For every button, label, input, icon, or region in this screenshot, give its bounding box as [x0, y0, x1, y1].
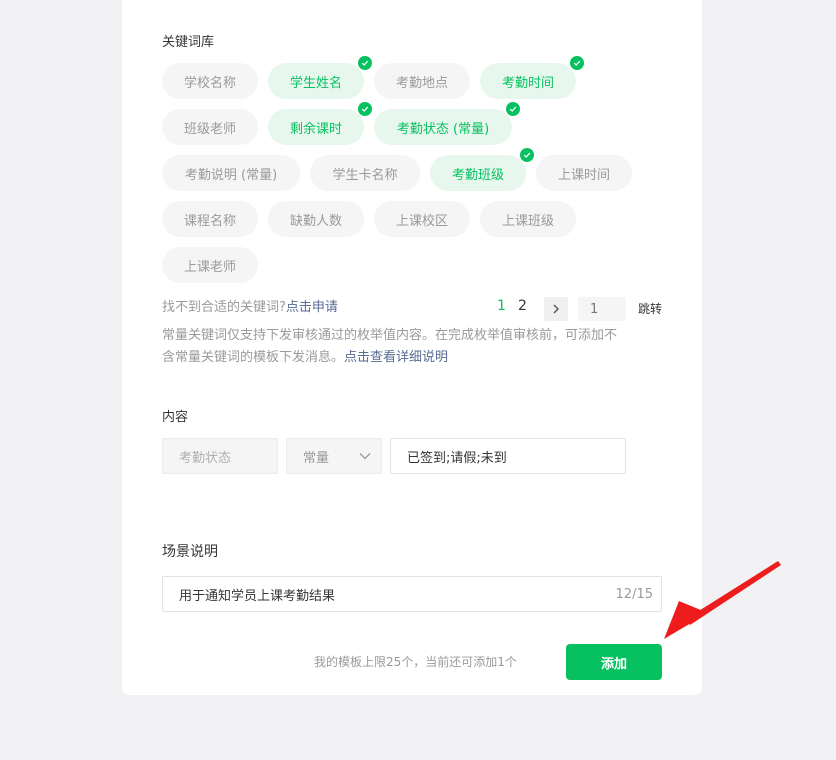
- keyword-chip-label: 考勤状态 (常量): [396, 121, 490, 137]
- keyword-chip[interactable]: 考勤状态 (常量): [374, 102, 520, 145]
- check-icon: [358, 102, 372, 116]
- keyword-chip-label: 学校名称: [183, 75, 236, 91]
- check-icon: [570, 56, 584, 70]
- keyword-chip-label: 考勤说明 (常量): [184, 167, 278, 183]
- keyword-chip[interactable]: 剩余课时: [268, 102, 372, 145]
- page-1-button[interactable]: 1: [497, 298, 506, 314]
- content-type-value: 常量: [303, 450, 330, 466]
- keyword-chip-label: 上课老师: [183, 259, 236, 275]
- red-arrow-annotation: [664, 561, 781, 639]
- keyword-chip[interactable]: 考勤说明 (常量): [162, 155, 300, 191]
- enum-values-input[interactable]: 已签到;请假;未到: [390, 438, 626, 474]
- keyword-chip[interactable]: 上课校区: [374, 201, 470, 237]
- keyword-chip[interactable]: 上课老师: [162, 247, 258, 283]
- page-2-button[interactable]: 2: [518, 298, 527, 314]
- check-icon: [520, 148, 534, 162]
- keyword-chip-label: 剩余课时: [289, 121, 342, 137]
- keyword-chip-label: 上课时间: [557, 167, 610, 183]
- check-icon: [358, 56, 372, 70]
- apply-keyword-link[interactable]: 点击申请: [286, 300, 338, 315]
- keyword-chip[interactable]: 考勤时间: [480, 56, 584, 99]
- detail-link[interactable]: 点击查看详细说明: [344, 350, 448, 365]
- check-icon: [506, 102, 520, 116]
- keyword-chip-label: 考勤时间: [501, 75, 554, 91]
- keyword-not-found-text: 找不到合适的关键词?: [162, 300, 286, 315]
- keyword-chip[interactable]: 学生姓名: [268, 56, 372, 99]
- scene-label: 场景说明: [162, 544, 218, 560]
- keyword-chip-label: 上课校区: [395, 213, 448, 229]
- keyword-chip-label: 班级老师: [183, 121, 236, 137]
- keyword-chip[interactable]: 学生卡名称: [310, 155, 420, 191]
- keyword-chip[interactable]: 上课班级: [480, 201, 576, 237]
- keyword-chip[interactable]: 班级老师: [162, 109, 258, 145]
- keyword-chip[interactable]: 学校名称: [162, 63, 258, 99]
- scene-input[interactable]: 用于通知学员上课考勤结果 12/15: [162, 576, 662, 612]
- keyword-chip[interactable]: 考勤地点: [374, 63, 470, 99]
- keyword-chip[interactable]: 课程名称: [162, 201, 258, 237]
- note-line-1: 常量关键词仅支持下发审核通过的枚举值内容。在完成枚举值审核前，可添加不: [162, 328, 618, 343]
- constant-keyword-note: 常量关键词仅支持下发审核通过的枚举值内容。在完成枚举值审核前，可添加不 含常量关…: [162, 325, 662, 369]
- keyword-chip[interactable]: 缺勤人数: [268, 201, 364, 237]
- keyword-chip-label: 考勤班级: [451, 167, 504, 183]
- keyword-chip-label: 缺勤人数: [289, 213, 342, 229]
- keyword-library-label: 关键词库: [162, 35, 215, 50]
- keyword-chip[interactable]: 上课时间: [536, 155, 632, 191]
- scene-char-counter: 12/15: [615, 586, 653, 602]
- content-keyword-field: 考勤状态: [162, 438, 278, 474]
- jump-page-input[interactable]: [578, 297, 626, 321]
- content-label: 内容: [162, 410, 189, 425]
- keyword-chip-label: 学生卡名称: [332, 167, 398, 183]
- keyword-chip-label: 学生姓名: [289, 75, 342, 91]
- chevron-down-icon: [359, 453, 371, 460]
- jump-button[interactable]: 跳转: [638, 300, 662, 317]
- keyword-chip-label: 课程名称: [183, 213, 236, 229]
- next-page-button[interactable]: [544, 297, 568, 321]
- keyword-chip[interactable]: 考勤班级: [430, 148, 534, 191]
- add-button[interactable]: 添加: [566, 644, 662, 680]
- keyword-chip-label: 考勤地点: [395, 75, 448, 91]
- scene-value: 用于通知学员上课考勤结果: [179, 588, 336, 604]
- template-limit-text: 我的模板上限25个，当前还可添加1个: [314, 655, 517, 669]
- content-type-select[interactable]: 常量: [286, 438, 382, 474]
- keyword-chip-label: 上课班级: [501, 213, 554, 229]
- note-line-2: 含常量关键词的模板下发消息。: [162, 350, 345, 365]
- keyword-not-found-row: 找不到合适的关键词?点击申请: [162, 297, 338, 319]
- chevron-right-icon: [553, 304, 559, 314]
